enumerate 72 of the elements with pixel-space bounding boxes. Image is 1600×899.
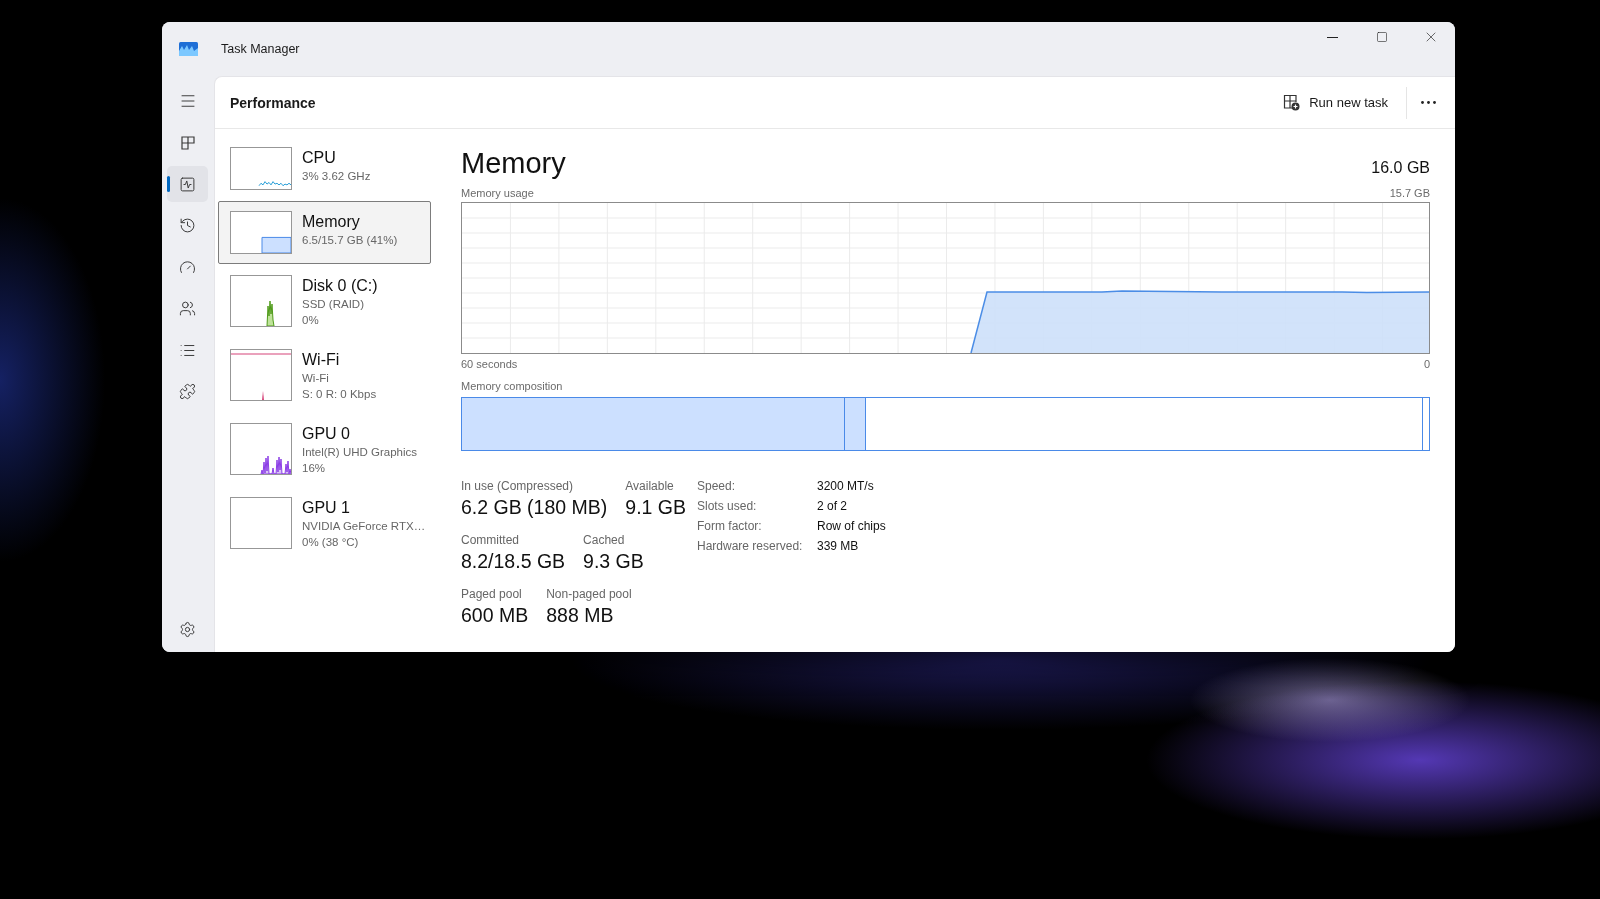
composition-title: Memory composition bbox=[461, 379, 563, 393]
stat-label: In use (Compressed) bbox=[461, 478, 575, 494]
settings-icon bbox=[179, 620, 196, 638]
device-name: GPU 1 bbox=[302, 498, 351, 518]
page-title: Performance bbox=[230, 94, 316, 111]
gauge-icon bbox=[179, 258, 196, 276]
stat-label: Available bbox=[625, 478, 675, 494]
device-detail: 6.5/15.7 GB (41%) bbox=[302, 233, 398, 248]
puzzle-icon bbox=[179, 383, 196, 400]
usage-graph-thumbnail bbox=[230, 349, 292, 401]
spec-value: 3200 MT/s bbox=[817, 478, 875, 495]
usage-graph-thumbnail bbox=[230, 275, 292, 327]
stat-label: Non-paged pool bbox=[546, 586, 632, 602]
device-detail: S: 0 R: 0 Kbps bbox=[302, 387, 377, 402]
spec-value: 2 of 2 bbox=[817, 498, 849, 515]
spec-label: Form factor: bbox=[697, 518, 763, 535]
device-detail: 0% bbox=[302, 313, 320, 328]
stat-value: 6.2 GB (180 MB) bbox=[461, 495, 608, 520]
stat-label: Committed bbox=[461, 532, 520, 548]
spec-value: 339 MB bbox=[817, 538, 860, 555]
history-icon bbox=[179, 217, 196, 234]
run-new-task-button[interactable]: Run new task bbox=[1275, 86, 1396, 119]
device-detail: SSD (RAID) bbox=[302, 297, 365, 312]
stat-value: 888 MB bbox=[546, 603, 615, 628]
stat-label: Cached bbox=[583, 532, 626, 548]
usage-graph-thumbnail bbox=[230, 211, 292, 254]
device-list-item[interactable]: Memory 6.5/15.7 GB (41%) bbox=[218, 201, 431, 264]
window-title: Task Manager bbox=[221, 42, 300, 56]
time-axis-label: 0 bbox=[1423, 357, 1430, 371]
usage-graph-thumbnail bbox=[230, 497, 292, 549]
menu-icon bbox=[178, 92, 197, 110]
device-name: Disk 0 (C:) bbox=[302, 276, 378, 296]
time-axis-label: 60 seconds bbox=[461, 357, 518, 371]
graph-title: Memory usage bbox=[461, 186, 534, 200]
device-detail: 16% bbox=[302, 461, 327, 476]
stat-value: 9.3 GB bbox=[583, 549, 644, 574]
usage-graph-thumbnail bbox=[230, 423, 292, 475]
maximize-icon bbox=[1375, 31, 1388, 43]
stat-value: 9.1 GB bbox=[625, 495, 686, 520]
spec-label: Speed: bbox=[697, 478, 737, 495]
stat-value: 8.2/18.5 GB bbox=[461, 549, 566, 574]
device-list-item[interactable]: GPU 1 NVIDIA GeForce RTX… 0% (38 °C) bbox=[218, 487, 431, 560]
device-list-item[interactable]: CPU 3% 3.62 GHz bbox=[218, 137, 431, 200]
device-detail: Wi-Fi bbox=[302, 371, 330, 386]
device-list-item[interactable]: Wi-Fi Wi-Fi S: 0 R: 0 Kbps bbox=[218, 339, 431, 412]
spec-label: Slots used: bbox=[697, 498, 758, 515]
users-icon bbox=[179, 300, 196, 317]
app-logo-icon bbox=[179, 42, 198, 56]
activity-icon bbox=[179, 175, 196, 193]
device-detail: 3% 3.62 GHz bbox=[302, 169, 371, 184]
device-detail: 0% (38 °C) bbox=[302, 535, 360, 550]
stat-value: 600 MB bbox=[461, 603, 529, 628]
device-name: Wi-Fi bbox=[302, 350, 341, 370]
section-title: Memory bbox=[461, 146, 566, 181]
ellipsis-icon bbox=[1420, 101, 1436, 104]
device-detail: Intel(R) UHD Graphics bbox=[302, 445, 418, 460]
device-list-item[interactable]: Disk 0 (C:) SSD (RAID) 0% bbox=[218, 265, 431, 338]
device-name: CPU bbox=[302, 148, 337, 168]
device-name: GPU 0 bbox=[302, 424, 351, 444]
graph-max-label: 15.7 GB bbox=[1389, 186, 1430, 200]
usage-graph-thumbnail bbox=[230, 147, 292, 190]
spec-label: Hardware reserved: bbox=[697, 538, 804, 555]
device-name: Memory bbox=[302, 212, 361, 232]
nav-item[interactable] bbox=[167, 166, 208, 202]
tiles-icon bbox=[179, 134, 196, 151]
stat-label: Paged pool bbox=[461, 586, 523, 602]
device-detail: NVIDIA GeForce RTX… bbox=[302, 519, 426, 534]
device-list-item[interactable]: GPU 0 Intel(R) UHD Graphics 16% bbox=[218, 413, 431, 486]
minimize-icon bbox=[1327, 36, 1338, 38]
total-memory: 16.0 GB bbox=[1371, 159, 1430, 177]
new-task-icon bbox=[1283, 94, 1301, 111]
spec-value: Row of chips bbox=[817, 518, 886, 535]
